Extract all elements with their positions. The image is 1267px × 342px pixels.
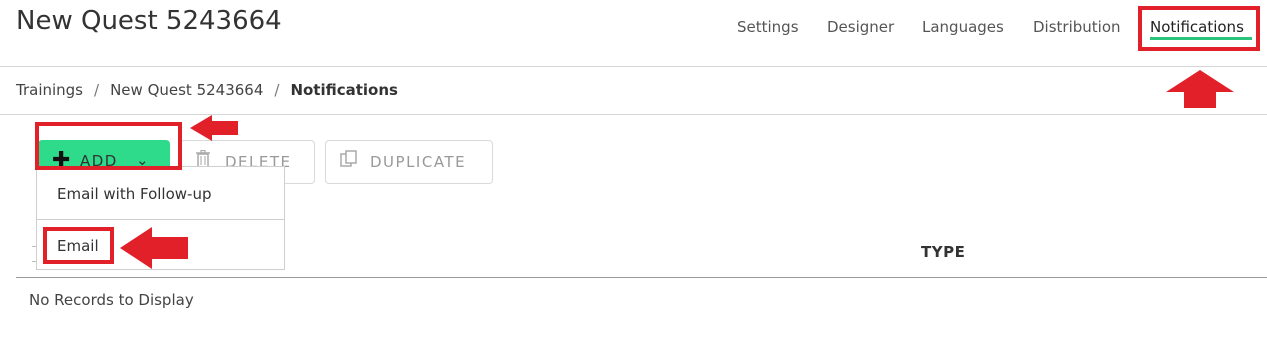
tab-distribution[interactable]: Distribution: [1033, 18, 1121, 36]
breadcrumb-current: Notifications: [290, 81, 398, 99]
empty-table-message: No Records to Display: [29, 291, 194, 309]
breadcrumb-quest[interactable]: New Quest 5243664: [110, 81, 263, 99]
menu-item-email-with-follow-up[interactable]: Email with Follow-up: [57, 185, 211, 203]
annotation-arrow-left: [120, 227, 188, 269]
column-header-type[interactable]: TYPE: [921, 243, 965, 261]
annotation-highlight-notifications: [1138, 6, 1260, 51]
duplicate-icon: [340, 150, 358, 172]
duplicate-button[interactable]: DUPLICATE: [325, 140, 493, 184]
breadcrumb: Trainings / New Quest 5243664 / Notification…: [16, 81, 398, 99]
header-divider: [0, 66, 1267, 67]
annotation-arrow-up: [1166, 70, 1234, 108]
page-title: New Quest 5243664: [16, 6, 282, 36]
breadcrumb-trainings[interactable]: Trainings: [16, 81, 83, 99]
annotation-arrow-left: [190, 115, 238, 141]
annotation-highlight-add: [35, 122, 182, 170]
menu-divider: [37, 219, 284, 220]
annotation-highlight-email: [43, 227, 114, 264]
duplicate-button-label: DUPLICATE: [370, 153, 467, 171]
tab-designer[interactable]: Designer: [827, 18, 894, 36]
tab-languages[interactable]: Languages: [922, 18, 1004, 36]
breadcrumb-separator: /: [274, 81, 280, 99]
breadcrumb-separator: /: [94, 81, 100, 99]
table-header-divider: [16, 277, 1267, 278]
tab-settings[interactable]: Settings: [737, 18, 799, 36]
